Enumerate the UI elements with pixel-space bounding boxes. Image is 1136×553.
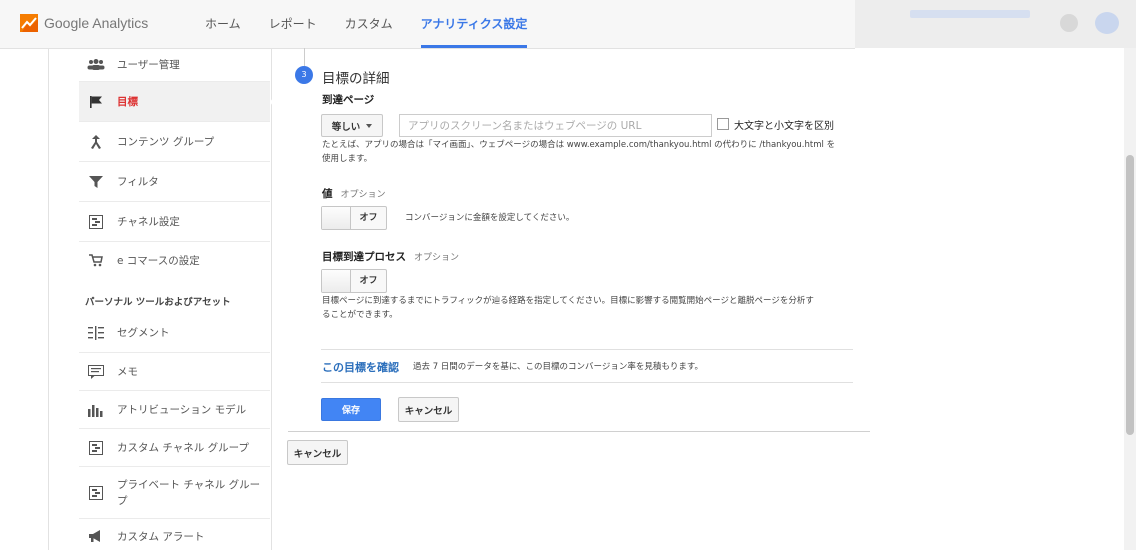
sidebar-item-label: カスタム アラート — [117, 530, 205, 543]
channel-icon — [85, 439, 107, 457]
blurred-header-element — [910, 10, 1030, 18]
sidebar-item-user-management[interactable]: ユーザー管理 — [79, 48, 270, 82]
settings-icon[interactable] — [1060, 14, 1078, 32]
sidebar-section-title: パーソナル ツールおよびアセット — [85, 297, 231, 308]
flag-icon — [85, 93, 107, 111]
verify-goal-description: 過去 7 日間のデータを基に、この目標のコンバージョン率を見積もります。 — [413, 362, 704, 372]
verify-goal-link[interactable]: この目標を確認 — [322, 359, 399, 375]
users-icon — [85, 56, 107, 74]
sidebar-item-label: e コマースの設定 — [117, 254, 200, 267]
chevron-down-icon — [366, 123, 373, 128]
cancel-button[interactable]: キャンセル — [398, 397, 459, 422]
sidebar-item-filters[interactable]: フィルタ — [79, 162, 270, 202]
sidebar-item-content-grouping[interactable]: コンテンツ グループ — [79, 122, 270, 162]
funnel-help-line-2: ることができます。 — [322, 310, 398, 320]
sidebar-item-label: ユーザー管理 — [117, 59, 180, 71]
sidebar-item-custom-channel-grouping[interactable]: カスタム チャネル グループ — [79, 429, 270, 467]
nav-admin[interactable]: アナリティクス設定 — [420, 0, 527, 48]
sidebar-item-label: メモ — [117, 366, 138, 378]
account-avatar[interactable] — [1095, 12, 1119, 34]
logo-text: Google Analytics — [44, 15, 149, 31]
funnel-label: 目標到達プロセス — [322, 251, 406, 263]
top-bar: Google Analytics ホーム レポート カスタム アナリティクス設定 — [0, 0, 855, 49]
funnel-section-label: 目標到達プロセス オプション — [322, 249, 459, 264]
nav-custom[interactable]: カスタム — [345, 0, 393, 48]
case-sensitive-label: 大文字と小文字を区別 — [734, 121, 834, 132]
section-divider — [321, 349, 853, 350]
sidebar-item-attribution-models[interactable]: アトリビューション モデル — [79, 391, 270, 429]
value-label: 値 — [322, 188, 333, 200]
segment-icon — [85, 324, 107, 342]
sidebar-item-label: セグメント — [117, 327, 170, 339]
toggle-label: オフ — [359, 276, 378, 286]
sidebar-item-private-channel-grouping[interactable]: プライベート チャネル グループ — [79, 467, 270, 519]
value-help-text: コンバージョンに金額を設定してください。 — [405, 213, 575, 223]
destination-label: 到達ページ — [322, 94, 375, 106]
sidebar-item-label: コンテンツ グループ — [117, 136, 215, 148]
step-number-badge: 3 — [295, 66, 313, 84]
sidebar-item-segments[interactable]: セグメント — [79, 313, 270, 353]
save-button[interactable]: 保存 — [321, 398, 381, 421]
destination-help-line-1: たとえば、アプリの場合は「マイ画面」、ウェブページの場合は www.exampl… — [322, 140, 836, 150]
goal-details-panel: 3 目標の詳細 到達ページ 等しい 大文字と小文字を区別 たとえば、アプリの場合… — [288, 48, 878, 448]
match-type-dropdown[interactable]: 等しい — [321, 114, 383, 137]
channel-icon — [85, 484, 107, 502]
value-section-label: 値オプション — [322, 186, 386, 201]
sidebar-item-label: カスタム チャネル グループ — [117, 442, 249, 454]
step-connector — [304, 48, 305, 66]
header-right-area — [855, 0, 1136, 48]
toggle-label: オフ — [359, 213, 378, 223]
sidebar-item-goals[interactable]: 目標 — [79, 82, 270, 122]
sidebar-item-ecommerce-settings[interactable]: e コマースの設定 — [79, 242, 270, 278]
goal-details-title: 目標の詳細 — [322, 71, 390, 87]
megaphone-icon — [85, 527, 107, 545]
value-toggle[interactable]: オフ — [321, 206, 387, 230]
sidebar-item-channel-settings[interactable]: チャネル設定 — [79, 202, 270, 242]
active-item-pointer — [270, 88, 280, 116]
panel-bottom-divider — [288, 431, 870, 432]
sidebar-item-memo[interactable]: メモ — [79, 353, 270, 391]
case-sensitive-checkbox[interactable] — [717, 118, 729, 130]
funnel-toggle[interactable]: オフ — [321, 269, 387, 293]
scrollbar-thumb[interactable] — [1126, 155, 1134, 435]
value-optional-label: オプション — [340, 190, 386, 200]
sidebar-item-label: アトリビューション モデル — [117, 404, 247, 416]
sidebar-item-label: チャネル設定 — [117, 216, 180, 228]
sidebar-item-custom-alerts[interactable]: カスタム アラート — [79, 519, 270, 553]
toggle-knob — [322, 270, 351, 292]
memo-icon — [85, 363, 107, 381]
funnel-help-text: 目標ページに到達するまでにトラフィックが辿る経路を指定してください。目標に影響す… — [322, 294, 867, 322]
main-nav: ホーム レポート カスタム アナリティクス設定 — [205, 0, 555, 48]
funnel-optional-label: オプション — [414, 253, 460, 263]
sidebar-item-label: プライベート チャネル グループ — [117, 478, 261, 507]
channel-icon — [85, 213, 107, 231]
sidebar-item-label: フィルタ — [117, 176, 159, 188]
nav-reports[interactable]: レポート — [269, 0, 317, 48]
section-divider — [321, 382, 853, 383]
cart-icon — [85, 251, 107, 269]
funnel-help-line-1: 目標ページに到達するまでにトラフィックが辿る経路を指定してください。目標に影響す… — [322, 296, 814, 306]
destination-help-line-2: 使用します。 — [322, 154, 373, 164]
admin-sidebar: ユーザー管理 目標 コンテンツ グループ フィルタ チャネル設定 e コマースの… — [48, 48, 272, 550]
sidebar-item-label: 目標 — [117, 96, 138, 108]
outer-cancel-button[interactable]: キャンセル — [287, 440, 348, 465]
nav-home[interactable]: ホーム — [205, 0, 241, 48]
toggle-knob — [322, 207, 351, 229]
match-type-value: 等しい — [331, 121, 361, 133]
destination-url-input[interactable] — [399, 114, 712, 137]
filter-icon — [85, 173, 107, 191]
content-group-icon — [85, 133, 107, 151]
google-analytics-logo[interactable]: Google Analytics — [20, 14, 148, 32]
analytics-logo-icon — [20, 14, 38, 32]
bar-chart-icon — [85, 401, 107, 419]
destination-help-text: たとえば、アプリの場合は「マイ画面」、ウェブページの場合は www.exampl… — [322, 138, 862, 166]
